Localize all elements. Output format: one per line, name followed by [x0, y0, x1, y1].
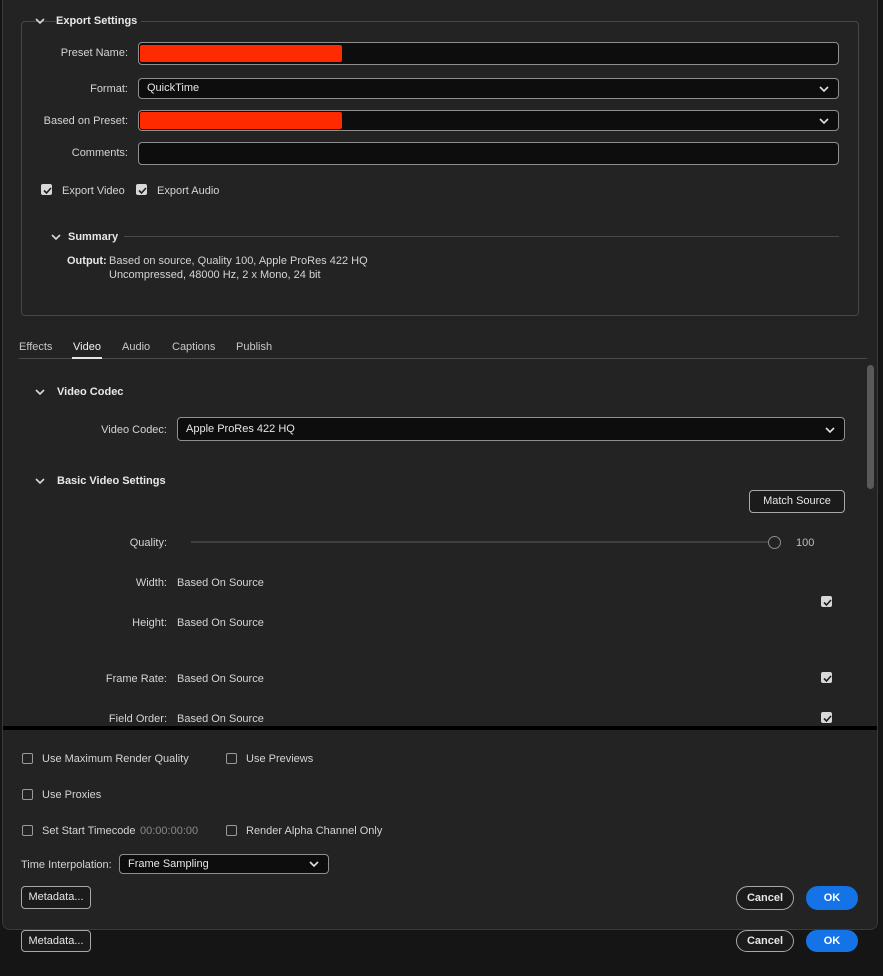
scrollbar-thumb[interactable]: [867, 365, 874, 489]
chevron-down-icon[interactable]: [50, 232, 62, 242]
size-match-checkbox[interactable]: [821, 596, 832, 607]
start-timecode-value[interactable]: 00:00:00:00: [140, 825, 198, 837]
render-alpha-checkbox[interactable]: [226, 825, 237, 836]
ok-button[interactable]: OK: [806, 886, 858, 910]
height-label: Height:: [132, 617, 167, 629]
output-line-1: Based on source, Quality 100, Apple ProR…: [109, 255, 368, 267]
time-interpolation-value: Frame Sampling: [128, 858, 209, 870]
quality-slider-track[interactable]: [191, 541, 769, 543]
time-interpolation-select[interactable]: Frame Sampling: [119, 854, 329, 874]
chevron-down-icon: [309, 861, 319, 868]
export-video-checkbox[interactable]: [41, 184, 52, 195]
max-render-quality-checkbox[interactable]: [22, 753, 33, 764]
export-audio-checkbox[interactable]: [136, 184, 147, 195]
height-value: Based On Source: [177, 617, 264, 629]
tab-publish[interactable]: Publish: [236, 341, 272, 353]
preset-name-field[interactable]: [138, 42, 839, 65]
summary-divider: [124, 236, 839, 237]
cancel-button-background[interactable]: Cancel: [736, 930, 794, 952]
chevron-down-icon[interactable]: [34, 16, 46, 26]
based-on-preset-label: Based on Preset:: [43, 115, 128, 127]
cancel-button[interactable]: Cancel: [736, 886, 794, 910]
comments-field[interactable]: [138, 142, 839, 165]
video-codec-label: Video Codec:: [101, 424, 167, 436]
use-previews-label: Use Previews: [246, 753, 314, 765]
redacted-preset: [140, 112, 342, 129]
use-previews-checkbox[interactable]: [226, 753, 237, 764]
format-select[interactable]: QuickTime: [138, 78, 839, 99]
export-video-label: Export Video: [62, 185, 125, 197]
frame-rate-value: Based On Source: [177, 673, 264, 685]
section-divider: [3, 726, 877, 730]
time-interpolation-label: Time Interpolation:: [21, 859, 112, 871]
chevron-down-icon: [819, 86, 829, 93]
metadata-button-background[interactable]: Metadata...: [21, 930, 91, 952]
quality-slider-handle[interactable]: [768, 536, 781, 549]
format-value: QuickTime: [147, 82, 200, 94]
preset-name-label: Preset Name:: [60, 47, 128, 59]
video-codec-select[interactable]: Apple ProRes 422 HQ: [177, 417, 845, 441]
basic-video-settings-title: Basic Video Settings: [57, 475, 166, 487]
field-order-checkbox[interactable]: [821, 712, 832, 723]
export-settings-title: Export Settings: [56, 15, 142, 27]
chevron-down-icon[interactable]: [34, 476, 46, 486]
metadata-button[interactable]: Metadata...: [21, 886, 91, 909]
checkmark-icon: [823, 675, 832, 683]
active-tab-indicator: [72, 357, 102, 359]
output-line-2: Uncompressed, 48000 Hz, 2 x Mono, 24 bit: [109, 269, 321, 281]
checkmark-icon: [823, 599, 832, 607]
tab-captions[interactable]: Captions: [172, 341, 215, 353]
output-label: Output:: [67, 255, 107, 267]
based-on-preset-select[interactable]: [138, 110, 839, 131]
video-codec-value: Apple ProRes 422 HQ: [186, 423, 295, 435]
quality-label: Quality:: [129, 537, 167, 549]
comments-label: Comments:: [71, 147, 128, 159]
chevron-down-icon: [825, 427, 835, 434]
set-start-timecode-checkbox[interactable]: [22, 825, 33, 836]
quality-value: 100: [796, 537, 815, 549]
chevron-down-icon[interactable]: [34, 387, 46, 397]
use-proxies-label: Use Proxies: [42, 789, 102, 801]
summary-title: Summary: [68, 231, 119, 243]
set-start-timecode-label: Set Start Timecode: [42, 825, 136, 837]
use-proxies-checkbox[interactable]: [22, 789, 33, 800]
checkmark-icon: [43, 187, 52, 195]
frame-rate-checkbox[interactable]: [821, 672, 832, 683]
tab-audio[interactable]: Audio: [122, 341, 150, 353]
tab-video[interactable]: Video: [73, 341, 101, 353]
field-order-label: Field Order:: [108, 713, 167, 725]
video-codec-title: Video Codec: [57, 386, 124, 398]
max-render-quality-label: Use Maximum Render Quality: [42, 753, 189, 765]
redacted-preset-name: [140, 45, 342, 62]
chevron-down-icon: [819, 118, 829, 125]
field-order-value: Based On Source: [177, 713, 264, 725]
width-value: Based On Source: [177, 577, 264, 589]
tab-bar-divider: [19, 358, 867, 359]
width-label: Width:: [135, 577, 167, 589]
match-source-button[interactable]: Match Source: [749, 490, 845, 513]
format-label: Format:: [90, 83, 128, 95]
frame-rate-label: Frame Rate:: [105, 673, 167, 685]
tab-effects[interactable]: Effects: [19, 341, 52, 353]
ok-button-background[interactable]: OK: [806, 930, 858, 952]
checkmark-icon: [823, 715, 832, 723]
render-alpha-label: Render Alpha Channel Only: [246, 825, 383, 837]
export-audio-label: Export Audio: [157, 185, 220, 197]
checkmark-icon: [138, 187, 147, 195]
